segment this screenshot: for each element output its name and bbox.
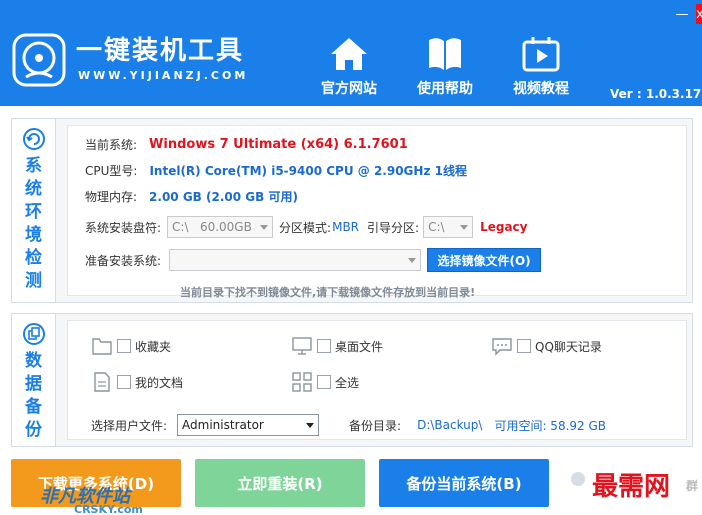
nav-official-site[interactable]: 官方网站 xyxy=(309,36,389,98)
nav-help[interactable]: 使用帮助 xyxy=(405,36,485,98)
prepare-install-row: 准备安装系统: 选择镜像文件(O) xyxy=(85,248,542,272)
cpu-value: Intel(R) Core(TM) i5-9400 CPU @ 2.90GHz … xyxy=(149,164,467,178)
boot-partition-label: 引导分区: xyxy=(367,220,420,235)
current-system-row: 当前系统: Windows 7 Ultimate (x64) 6.1.7601 xyxy=(85,136,408,153)
current-system-label: 当前系统: xyxy=(85,138,138,152)
logo-icon xyxy=(12,33,66,87)
watermark-right-small: 群 xyxy=(686,479,699,493)
desktop-files-label: 桌面文件 xyxy=(335,339,384,354)
system-check-title: 系 统 环 境 检 测 xyxy=(25,156,42,291)
grid-icon xyxy=(292,372,312,392)
qq-chat-label: QQ聊天记录 xyxy=(535,339,602,354)
book-icon xyxy=(429,38,461,70)
monitor-icon xyxy=(292,337,312,355)
image-hint: 当前目录下找不到镜像文件,请下载镜像文件存放到当前目录! xyxy=(180,286,476,299)
qq-chat-checkbox[interactable] xyxy=(517,339,531,353)
my-documents-label: 我的文档 xyxy=(135,375,184,390)
select-all-option[interactable]: 全选 xyxy=(291,371,359,393)
prepare-install-label: 准备安装系统: xyxy=(85,253,162,268)
install-disk-label: 系统安装盘符: xyxy=(85,220,162,235)
chevron-down-icon xyxy=(408,258,417,263)
folder-icon xyxy=(92,338,112,355)
nav-label: 视频教程 xyxy=(513,81,569,97)
user-file-value: Administrator xyxy=(182,418,264,432)
app-url: WWW.YIJIANZJ.COM xyxy=(78,69,249,82)
version-label: Ver : 1.0.3.171 xyxy=(610,87,702,101)
chevron-down-icon xyxy=(460,225,469,230)
favorites-checkbox[interactable] xyxy=(117,339,131,353)
data-backup-sidebar: 数 据 备 份 xyxy=(12,314,56,446)
watermark-circle xyxy=(571,472,585,486)
system-check-sidebar: 系 统 环 境 检 测 xyxy=(12,119,56,302)
my-documents-option[interactable]: 我的文档 xyxy=(91,371,183,393)
nav-label: 官方网站 xyxy=(321,81,377,97)
cpu-row: CPU型号: Intel(R) Core(TM) i5-9400 CPU @ 2… xyxy=(85,162,467,179)
memory-value: 2.00 GB (2.00 GB 可用) xyxy=(149,190,298,204)
my-documents-checkbox[interactable] xyxy=(117,375,131,389)
free-space-label: 可用空间: 58.92 GB xyxy=(494,418,607,433)
backup-dir-value: D:\Backup\ xyxy=(417,418,483,432)
boot-partition-value: C:\ xyxy=(428,220,445,234)
nav-video[interactable]: 视频教程 xyxy=(501,36,581,98)
chevron-down-icon xyxy=(260,225,269,230)
copy-icon xyxy=(22,323,45,345)
install-disk-value: C:\ 60.00GB xyxy=(172,220,252,234)
current-system-value: Windows 7 Ultimate (x64) 6.1.7601 xyxy=(149,137,408,152)
chat-icon xyxy=(492,338,512,356)
memory-row: 物理内存: 2.00 GB (2.00 GB 可用) xyxy=(85,188,298,205)
minimize-button[interactable]: — xyxy=(668,4,696,24)
boot-type-label: Legacy xyxy=(480,220,528,234)
select-all-checkbox[interactable] xyxy=(317,375,331,389)
chevron-down-icon xyxy=(306,423,315,428)
backup-system-button[interactable]: 备份当前系统(B) xyxy=(379,459,549,507)
user-file-select[interactable]: Administrator xyxy=(177,414,320,436)
image-select[interactable] xyxy=(169,249,422,271)
qq-chat-option[interactable]: QQ聊天记录 xyxy=(491,335,602,357)
desktop-files-checkbox[interactable] xyxy=(317,339,331,353)
close-button[interactable]: x xyxy=(696,4,702,24)
data-backup-title: 数 据 备 份 xyxy=(25,351,42,440)
cpu-label: CPU型号: xyxy=(85,164,138,178)
title-bar: 一键装机工具 WWW.YIJIANZJ.COM 官方网站 使用帮助 视频教程 V… xyxy=(0,0,702,106)
favorites-option[interactable]: 收藏夹 xyxy=(91,335,171,357)
app-title: 一键装机工具 xyxy=(76,36,245,66)
desktop-files-option[interactable]: 桌面文件 xyxy=(291,335,383,357)
system-info-area: 当前系统: Windows 7 Ultimate (x64) 6.1.7601 … xyxy=(67,125,687,299)
favorites-label: 收藏夹 xyxy=(135,339,172,354)
install-disk-select[interactable]: C:\ 60.00GB xyxy=(167,216,274,238)
select-image-button[interactable]: 选择镜像文件(O) xyxy=(427,248,542,272)
reinstall-now-button[interactable]: 立即重装(R) xyxy=(195,459,365,507)
backup-options-area: 收藏夹 桌面文件 QQ聊天记录 我的文档 全选 选择用户文件: Administ… xyxy=(67,320,687,440)
user-file-row: 选择用户文件: Administrator 备份目录: D:\Backup\ 可… xyxy=(91,414,606,436)
nav-label: 使用帮助 xyxy=(417,81,473,97)
home-icon xyxy=(331,38,367,70)
backup-dir-label: 备份目录: xyxy=(349,418,402,433)
partition-mode-value: MBR xyxy=(332,220,360,234)
document-icon xyxy=(94,372,110,392)
boot-partition-select[interactable]: C:\ xyxy=(423,216,474,238)
select-all-label: 全选 xyxy=(335,375,360,390)
install-disk-row: 系统安装盘符: C:\ 60.00GB 分区模式: MBR 引导分区: C:\ … xyxy=(85,216,528,238)
system-check-panel: 系 统 环 境 检 测 当前系统: Windows 7 Ultimate (x6… xyxy=(11,118,693,303)
user-file-label: 选择用户文件: xyxy=(91,418,168,433)
data-backup-panel: 数 据 备 份 收藏夹 桌面文件 QQ聊天记录 我的文档 全选 选择用户文件: … xyxy=(11,313,693,447)
partition-mode-label: 分区模式: xyxy=(279,220,332,235)
video-icon xyxy=(522,37,560,72)
watermark-right: 最需网 xyxy=(592,472,671,502)
watermark-left-sub: CRSKY.com xyxy=(74,503,143,515)
refresh-icon xyxy=(22,128,45,150)
memory-label: 物理内存: xyxy=(85,190,138,204)
